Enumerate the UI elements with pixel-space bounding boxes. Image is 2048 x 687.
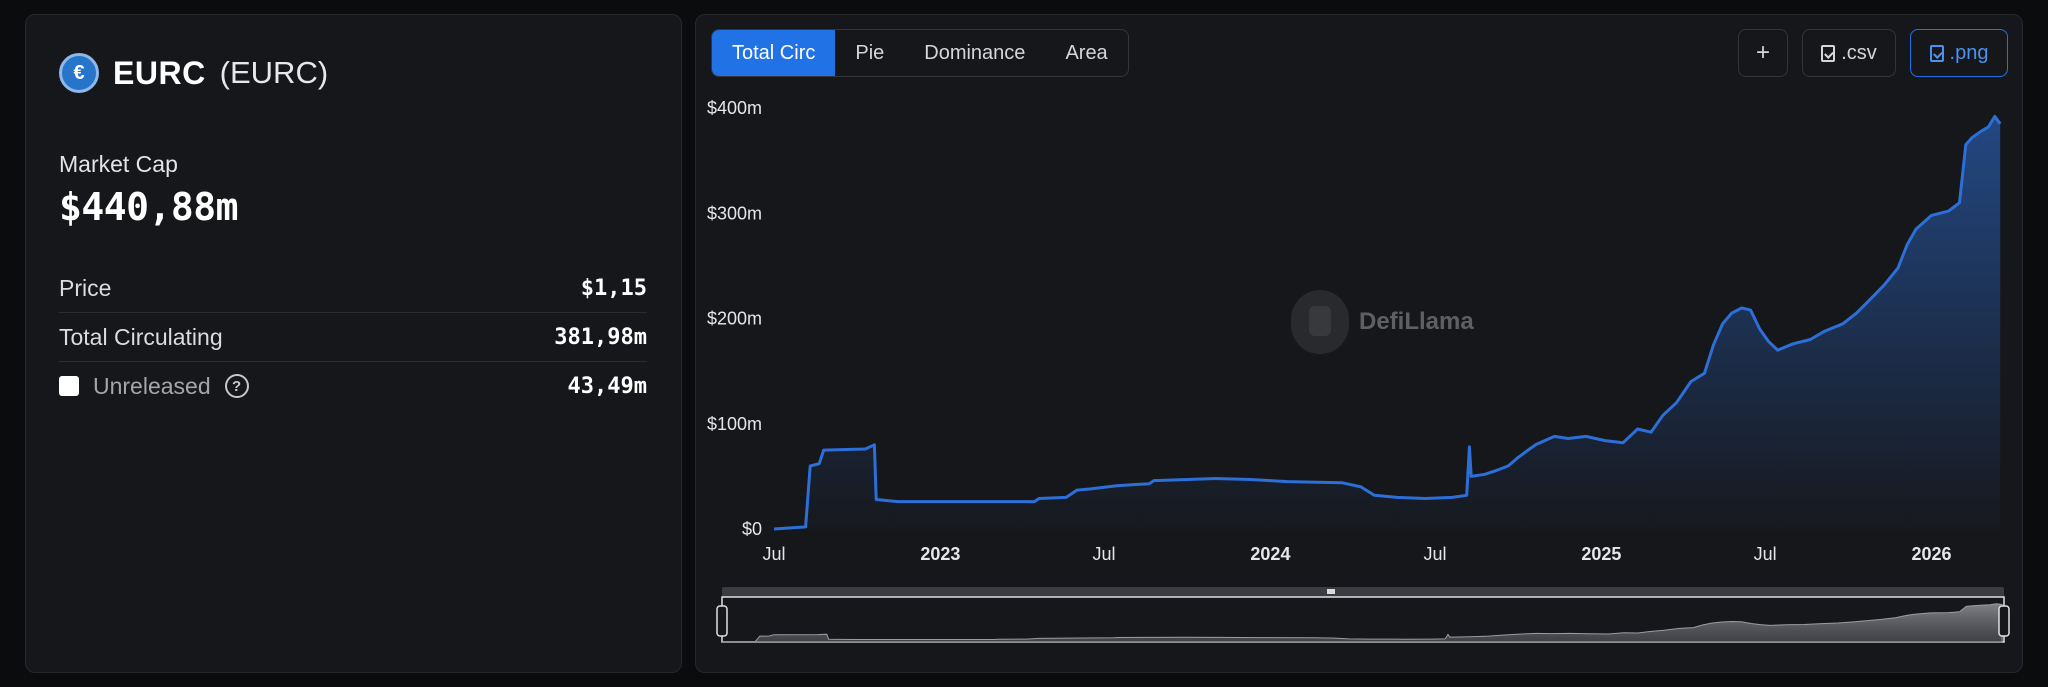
zoom-handle-left[interactable] — [716, 605, 728, 637]
price-value: $1,15 — [580, 276, 647, 301]
circulating-supply-chart[interactable]: $0$100m$200m$300m$400m Jul 2023 Jul 2024 Jul… — [696, 15, 2024, 674]
y-tick-label: $100m — [707, 414, 762, 434]
y-tick-label: $0 — [742, 519, 762, 539]
x-tick-label: 2024 — [1250, 544, 1290, 564]
y-axis: $0 $100m $200m $300m $400m — [707, 98, 762, 539]
token-name: EURC — [113, 54, 206, 91]
y-tick-label: $200m — [707, 309, 762, 329]
zoom-slider[interactable] — [716, 587, 2010, 643]
y-tick-label: $400m — [707, 98, 762, 118]
total-circulating-label: Total Circulating — [59, 324, 223, 350]
help-glyph: ? — [232, 377, 242, 395]
unreleased-value: 43,49m — [567, 373, 647, 399]
y-tick-label: $300m — [707, 203, 762, 223]
zoom-slider-track[interactable] — [722, 587, 2004, 597]
x-tick-label: 2026 — [1911, 544, 1951, 564]
total-circulating-row: Total Circulating 381,98m — [59, 314, 647, 362]
x-tick-label: Jul — [1093, 544, 1116, 564]
unreleased-row: Unreleased ? 43,49m — [59, 362, 647, 410]
x-tick-label: 2023 — [920, 544, 960, 564]
market-cap-label: Market Cap — [59, 151, 178, 177]
total-circulating-value: 381,98m — [554, 325, 647, 350]
x-tick-label: Jul — [1424, 544, 1447, 564]
eurc-logo-icon: € — [59, 53, 99, 93]
zoom-grip-icon[interactable] — [1327, 589, 1335, 594]
x-axis: Jul 2023 Jul 2024 Jul 2025 Jul 2026 — [762, 544, 1951, 564]
x-tick-label: Jul — [762, 544, 785, 564]
x-tick-label: Jul — [1754, 544, 1777, 564]
euro-glyph: € — [73, 61, 85, 84]
x-tick-label: 2025 — [1581, 544, 1621, 564]
unreleased-label: Unreleased — [93, 372, 211, 399]
price-label: Price — [59, 275, 112, 301]
token-symbol: (EURC) — [219, 55, 329, 90]
token-title: € EURC (EURC) — [59, 53, 328, 93]
market-cap-value: $440,88m — [59, 185, 239, 229]
price-row: Price $1,15 — [59, 265, 647, 313]
token-info-panel: € EURC (EURC) Market Cap $440,88m Price … — [25, 14, 682, 673]
unreleased-checkbox[interactable] — [59, 376, 79, 396]
chart-panel: Total Circ Pie Dominance Area + .csv .pn… — [695, 14, 2023, 673]
zoom-preview-area — [721, 603, 2003, 643]
zoom-handle-right[interactable] — [1998, 605, 2010, 637]
series-area — [774, 116, 2001, 530]
help-icon[interactable]: ? — [224, 374, 249, 398]
